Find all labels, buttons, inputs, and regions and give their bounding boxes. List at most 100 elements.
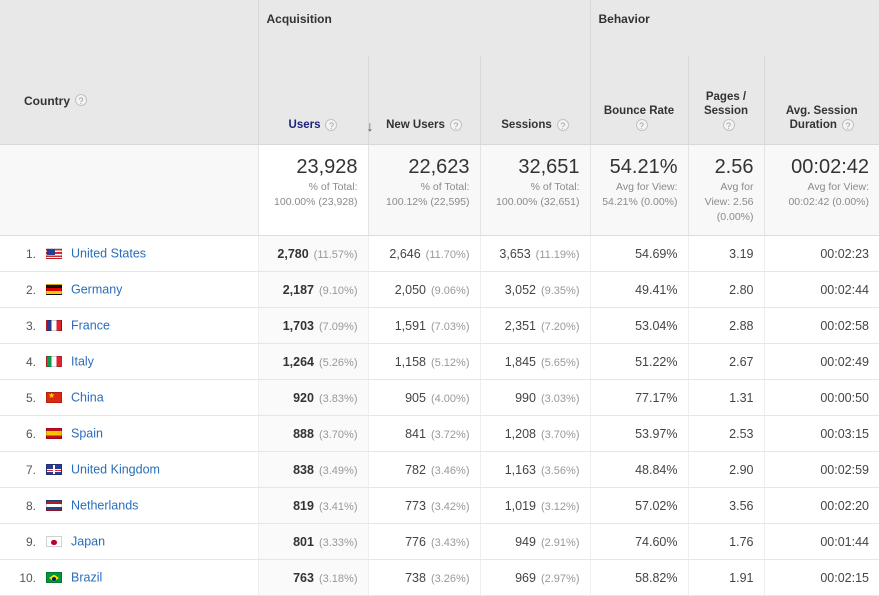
column-header-avg-session-duration[interactable]: Avg. SessionDuration?: [764, 56, 879, 145]
row-new-users-cell: 1,158(5.12%): [368, 344, 480, 380]
column-header-pages-session[interactable]: Pages /Session?: [688, 56, 764, 145]
row-new-users-percent: (3.46%): [431, 465, 470, 477]
table-row[interactable]: 5.China920(3.83%)905(4.00%)990(3.03%)77.…: [0, 380, 879, 416]
row-new-users-percent: (3.43%): [431, 537, 470, 549]
row-users-cell: 920(3.83%): [258, 380, 368, 416]
column-header-sessions-label: Sessions: [501, 119, 552, 131]
summary-users-value: 23,928: [269, 155, 358, 179]
column-header-avg-duration-line1: Avg. Session: [786, 105, 858, 117]
row-pages-session-cell: 2.90: [688, 452, 764, 488]
column-header-country[interactable]: Country?: [0, 56, 258, 145]
table-row[interactable]: 2.Germany2,187(9.10%)2,050(9.06%)3,052(9…: [0, 272, 879, 308]
row-new-users-value: 2,050: [395, 283, 426, 297]
row-country-link[interactable]: United Kingdom: [71, 463, 160, 477]
row-country-link[interactable]: China: [71, 391, 104, 405]
column-header-bounce-rate[interactable]: Bounce Rate?: [590, 56, 688, 145]
summary-pages-session: 2.56 Avg for View: 2.56 (0.00%): [688, 145, 764, 236]
row-country-link[interactable]: Italy: [71, 355, 94, 369]
row-users-percent: (7.09%): [319, 321, 358, 333]
table-row[interactable]: 7.United Kingdom838(3.49%)782(3.46%)1,16…: [0, 452, 879, 488]
row-users-percent: (9.10%): [319, 285, 358, 297]
summary-pages-session-line1: Avg for: [699, 181, 754, 194]
row-new-users-percent: (7.03%): [431, 321, 470, 333]
flag-united-kingdom-icon: [46, 464, 62, 475]
row-pages-session-value: 1.31: [729, 391, 753, 405]
row-country-cell: 10.Brazil: [0, 560, 258, 596]
row-sessions-value: 3,052: [505, 283, 536, 297]
row-sessions-cell: 3,052(9.35%): [480, 272, 590, 308]
row-sessions-percent: (7.20%): [541, 321, 580, 333]
row-index: 7.: [10, 463, 36, 477]
row-country-link[interactable]: Germany: [71, 283, 122, 297]
row-users-percent: (3.41%): [319, 501, 358, 513]
row-new-users-percent: (3.72%): [431, 429, 470, 441]
help-icon[interactable]: ?: [557, 119, 569, 131]
row-country-cell: 9.Japan: [0, 524, 258, 560]
row-sessions-value: 1,208: [505, 427, 536, 441]
column-header-bounce-rate-label: Bounce Rate: [604, 105, 674, 117]
row-new-users-cell: 2,646(11.70%): [368, 236, 480, 272]
summary-bounce-rate-line1: Avg for View:: [601, 181, 678, 194]
row-avg-duration-cell: 00:03:15: [764, 416, 879, 452]
column-header-new-users-label: New Users: [386, 119, 445, 131]
table-row[interactable]: 4.Italy1,264(5.26%)1,158(5.12%)1,845(5.6…: [0, 344, 879, 380]
row-users-percent: (3.33%): [319, 537, 358, 549]
table-row[interactable]: 6.Spain888(3.70%)841(3.72%)1,208(3.70%)5…: [0, 416, 879, 452]
row-sessions-value: 1,019: [505, 499, 536, 513]
help-icon[interactable]: ?: [450, 119, 462, 131]
summary-users: 23,928 % of Total: 100.00% (23,928): [258, 145, 368, 236]
row-avg-duration-cell: 00:02:59: [764, 452, 879, 488]
row-new-users-cell: 782(3.46%): [368, 452, 480, 488]
row-country-link[interactable]: United States: [71, 247, 146, 261]
help-icon[interactable]: ?: [325, 119, 337, 131]
table-row[interactable]: 9.Japan801(3.33%)776(3.43%)949(2.91%)74.…: [0, 524, 879, 560]
row-new-users-value: 773: [405, 499, 426, 513]
row-avg-duration-value: 00:01:44: [820, 535, 869, 549]
help-icon[interactable]: ?: [723, 119, 735, 131]
row-index: 3.: [10, 319, 36, 333]
row-bounce-rate-cell: 74.60%: [590, 524, 688, 560]
row-country-link[interactable]: Netherlands: [71, 499, 138, 513]
row-users-value: 801: [293, 535, 314, 549]
help-icon[interactable]: ?: [75, 94, 87, 106]
flag-brazil-icon: [46, 572, 62, 583]
row-bounce-rate-value: 53.04%: [635, 319, 677, 333]
row-sessions-percent: (3.12%): [541, 501, 580, 513]
summary-row: 23,928 % of Total: 100.00% (23,928) 22,6…: [0, 145, 879, 236]
row-avg-duration-value: 00:02:59: [820, 463, 869, 477]
summary-avg-duration-line2: 00:02:42 (0.00%): [775, 196, 870, 209]
row-bounce-rate-value: 58.82%: [635, 571, 677, 585]
column-header-users[interactable]: Users? ↓: [258, 56, 368, 145]
row-new-users-cell: 738(3.26%): [368, 560, 480, 596]
table-row[interactable]: 10.Brazil763(3.18%)738(3.26%)969(2.97%)5…: [0, 560, 879, 596]
row-bounce-rate-cell: 77.17%: [590, 380, 688, 416]
row-pages-session-value: 3.19: [729, 247, 753, 261]
row-bounce-rate-value: 53.97%: [635, 427, 677, 441]
column-header-sessions[interactable]: Sessions?: [480, 56, 590, 145]
row-avg-duration-value: 00:02:23: [820, 247, 869, 261]
row-avg-duration-cell: 00:01:44: [764, 524, 879, 560]
row-avg-duration-cell: 00:00:50: [764, 380, 879, 416]
row-sessions-cell: 949(2.91%): [480, 524, 590, 560]
row-users-cell: 801 (3.33%): [258, 524, 368, 560]
table-row[interactable]: 3.France1,703(7.09%)1,591(7.03%)2,351(7.…: [0, 308, 879, 344]
row-pages-session-cell: 2.88: [688, 308, 764, 344]
row-pages-session-value: 2.67: [729, 355, 753, 369]
row-new-users-percent: (9.06%): [431, 285, 470, 297]
sort-descending-arrow-icon[interactable]: ↓: [366, 119, 373, 133]
row-country-link[interactable]: Brazil: [71, 571, 102, 585]
table-row[interactable]: 8.Netherlands819(3.41%)773(3.42%)1,019(3…: [0, 488, 879, 524]
help-icon[interactable]: ?: [842, 119, 854, 131]
row-bounce-rate-cell: 57.02%: [590, 488, 688, 524]
row-pages-session-cell: 2.80: [688, 272, 764, 308]
row-avg-duration-value: 00:02:49: [820, 355, 869, 369]
row-country-link[interactable]: France: [71, 319, 110, 333]
analytics-country-table: Acquisition Behavior Country? Users? ↓ N…: [0, 0, 879, 596]
row-country-link[interactable]: Spain: [71, 427, 103, 441]
help-icon[interactable]: ?: [636, 119, 648, 131]
row-country-link[interactable]: Japan: [71, 535, 105, 549]
table-row[interactable]: 1.United States2,780(11.57%)2,646(11.70%…: [0, 236, 879, 272]
flag-japan-icon: [46, 536, 62, 547]
column-header-new-users[interactable]: New Users?: [368, 56, 480, 145]
summary-users-line2: 100.00% (23,928): [269, 196, 358, 209]
